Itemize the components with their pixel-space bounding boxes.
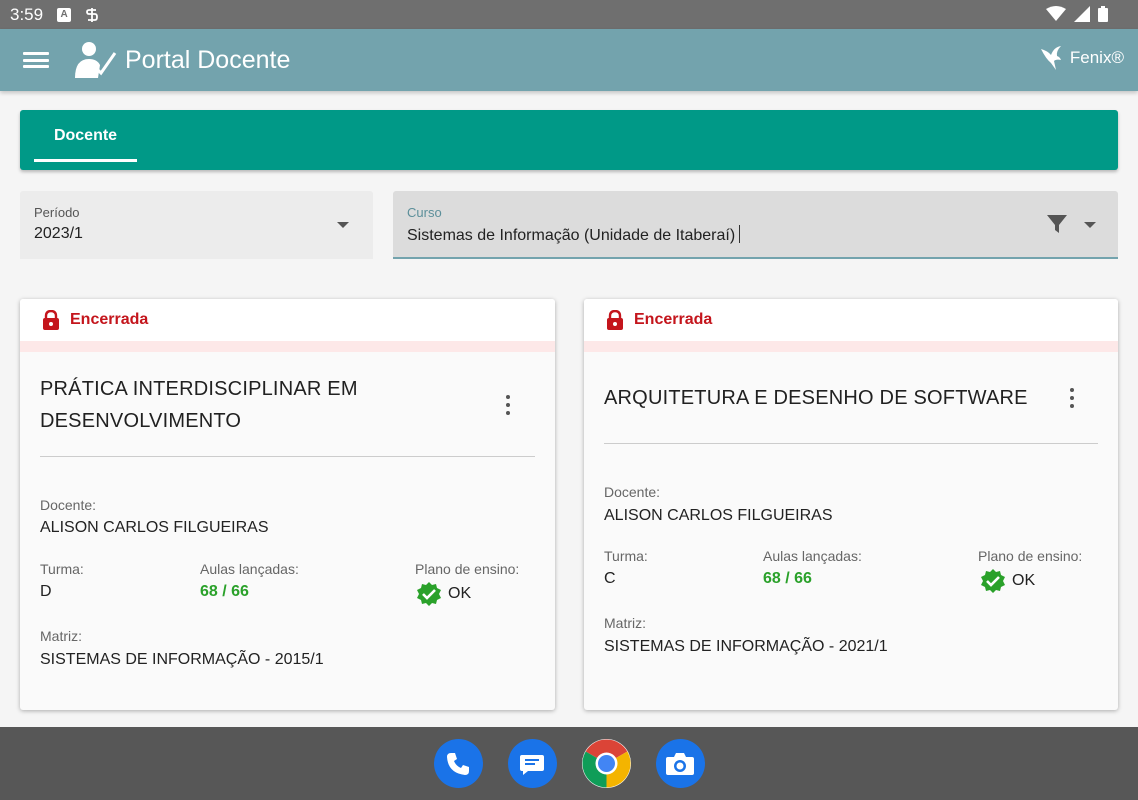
curso-value: Sistemas de Informação (Unidade de Itabe… — [407, 227, 736, 244]
plano-status: OK — [416, 581, 471, 607]
phoenix-logo-icon — [1040, 46, 1061, 70]
tab-docente[interactable]: Docente — [34, 110, 137, 162]
filter-icon[interactable] — [1046, 213, 1068, 235]
camera-icon[interactable] — [655, 739, 705, 788]
card-title: ARQUITETURA E DESENHO DE SOFTWARE — [604, 387, 1028, 409]
hamburger-menu-icon[interactable] — [23, 50, 49, 70]
plano-value: OK — [1012, 572, 1036, 589]
status-band — [584, 341, 1118, 352]
class-card[interactable]: Encerrada ARQUITETURA E DESENHO DE SOFTW… — [584, 299, 1118, 710]
app-bar: Portal Docente Fenix® — [0, 29, 1138, 91]
turma-value: C — [604, 570, 616, 587]
plano-status: OK — [980, 568, 1035, 594]
docente-value: ALISON CARLOS FILGUEIRAS — [40, 519, 269, 536]
aulas-label: Aulas lançadas: — [200, 561, 299, 577]
more-options-icon[interactable] — [1062, 386, 1082, 410]
turma-value: D — [40, 583, 52, 600]
aulas-value: 68 / 66 — [200, 583, 249, 600]
status-text: Encerrada — [634, 311, 713, 328]
status-time: 3:59 — [10, 4, 44, 24]
plano-value: OK — [448, 585, 472, 602]
plano-label: Plano de ensino: — [415, 561, 520, 577]
matriz-value: SISTEMAS DE INFORMAÇÃO - 2021/1 — [604, 638, 888, 655]
messages-icon[interactable] — [507, 739, 557, 788]
phone-icon[interactable] — [433, 739, 483, 788]
curso-label: Curso — [407, 205, 442, 220]
more-options-icon[interactable] — [498, 393, 518, 417]
verified-check-icon — [417, 582, 441, 606]
curso-value-wrap[interactable]: Sistemas de Informação (Unidade de Itabe… — [407, 225, 741, 245]
text-cursor — [739, 225, 741, 243]
chevron-down-icon[interactable] — [1084, 222, 1096, 228]
turma-label: Turma: — [604, 548, 648, 564]
signal-icon — [1074, 6, 1090, 22]
turma-label: Turma: — [40, 561, 84, 577]
curso-field[interactable]: Curso Sistemas de Informação (Unidade de… — [393, 191, 1118, 259]
tab-bar: Docente — [20, 110, 1118, 170]
app-title: Portal Docente — [125, 45, 291, 74]
divider — [40, 456, 535, 457]
battery-icon — [1098, 6, 1108, 22]
aulas-value: 68 / 66 — [763, 570, 812, 587]
status-band — [20, 341, 555, 352]
docente-label: Docente: — [604, 484, 661, 500]
tab-indicator — [34, 159, 137, 162]
matriz-label: Matriz: — [40, 628, 82, 644]
periodo-value: 2023/1 — [34, 225, 83, 242]
divider — [604, 443, 1098, 444]
docente-label: Docente: — [40, 497, 97, 513]
brand-name: Fenix® — [1069, 48, 1124, 67]
status-header: Encerrada — [584, 299, 1118, 341]
periodo-label: Período — [34, 205, 80, 220]
periodo-select[interactable]: Período 2023/1 — [20, 191, 373, 259]
status-text: Encerrada — [70, 311, 149, 328]
brand: Fenix® — [1040, 45, 1124, 71]
lock-icon — [607, 310, 623, 330]
verified-check-icon — [981, 569, 1005, 593]
status-bar: 3:59 A — [0, 0, 1138, 29]
matriz-value: SISTEMAS DE INFORMAÇÃO - 2015/1 — [40, 651, 324, 668]
card-title: PRÁTICA INTERDISCIPLINAR EM DESENVOLVIME… — [40, 378, 358, 432]
chevron-down-icon[interactable] — [337, 222, 349, 228]
status-header: Encerrada — [20, 299, 555, 341]
docente-value: ALISON CARLOS FILGUEIRAS — [604, 507, 833, 524]
aulas-label: Aulas lançadas: — [763, 548, 862, 564]
dock-bar — [0, 727, 1138, 800]
chrome-icon[interactable] — [581, 739, 631, 788]
teacher-icon — [75, 42, 117, 78]
lock-icon — [43, 310, 59, 330]
wifi-icon — [1046, 6, 1066, 21]
class-card[interactable]: Encerrada PRÁTICA INTERDISCIPLINAR EM DE… — [20, 299, 555, 710]
notification-s-icon — [85, 7, 99, 22]
matriz-label: Matriz: — [604, 615, 646, 631]
notification-a-icon: A — [57, 7, 72, 22]
plano-label: Plano de ensino: — [978, 548, 1083, 564]
